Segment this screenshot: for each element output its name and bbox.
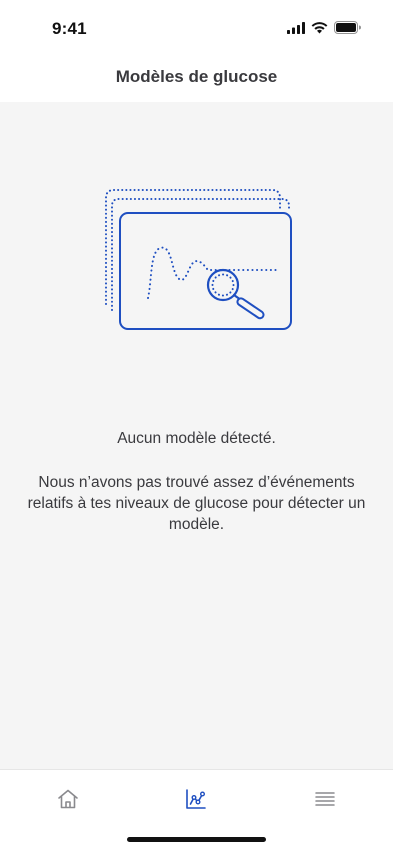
home-icon: [56, 787, 80, 816]
magnifier-over-graph-illustration: [96, 186, 296, 332]
home-indicator: [127, 837, 266, 842]
menu-icon: [314, 788, 336, 815]
page-title: Modèles de glucose: [115, 67, 278, 86]
battery-icon: [334, 21, 361, 39]
wifi-icon: [311, 21, 328, 39]
empty-state-title: Aucun modèle détecté.: [117, 430, 276, 447]
tab-menu[interactable]: [312, 788, 338, 814]
status-bar: 9:41: [0, 0, 393, 56]
nav-header: Modèles de glucose: [0, 56, 393, 102]
empty-state-description: Nous n’avons pas trouvé assez d’événemen…: [27, 474, 366, 533]
chart-icon: [184, 787, 208, 816]
status-icons: [287, 21, 361, 39]
signal-icon: [287, 21, 305, 39]
tab-patterns[interactable]: [183, 788, 209, 814]
status-time: 9:41: [52, 19, 87, 38]
tab-home[interactable]: [55, 788, 81, 814]
